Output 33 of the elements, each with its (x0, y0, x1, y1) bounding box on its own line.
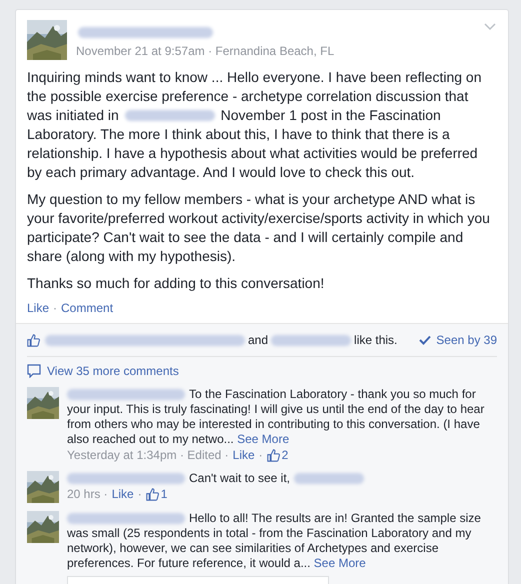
likes-text: like this. (354, 333, 398, 347)
post-meta: November 21 at 9:57am · Fernandina Beach, FL (76, 44, 334, 58)
post-text: My question to my fellow members - what is your archetype AND what is your favorite/preferred workout activity/exercise/sports activity in which you participate? Can't wait to see the data - and I will certainly compile and share (along with my hypothesis). (27, 190, 491, 266)
see-more-link[interactable]: See More (237, 432, 290, 446)
seen-count[interactable]: Seen by 39 (436, 333, 497, 347)
view-more-comments-link[interactable]: View 35 more comments (47, 364, 179, 378)
thumbs-up-icon (146, 488, 159, 501)
checkmark-icon (419, 335, 432, 345)
like-count[interactable]: 2 (282, 448, 288, 463)
comment-text: your input. This is truly fascinating! I will give us until the end of the day to hear from others who may be interested in contributing to this conversation. (I have also reached out to my netwo... See More (67, 402, 486, 447)
speech-bubble-icon (27, 364, 41, 378)
action-link[interactable]: Comment (61, 301, 114, 315)
comment-meta: Yesterday at 1:34pm · Edited · (67, 448, 229, 463)
post-text: Thanks so much for adding to this conversation! (27, 274, 326, 293)
thumbs-up-icon (266, 449, 280, 462)
like-link[interactable]: Like (232, 448, 255, 463)
comment-meta: · (258, 448, 263, 463)
blurred-name (294, 473, 364, 484)
separator: · (53, 301, 58, 315)
comment-text: was small (25 respondents in total - from the Fascination Laboratory and my network), however, we can see similarities of Archetypes and exercise preferences. For future reference, it would a... See More (67, 526, 472, 571)
like-count[interactable]: 1 (160, 487, 168, 502)
comment-text: Hello to all! The results are in! Granted the sample size (189, 511, 481, 526)
like-link[interactable]: Like (112, 487, 134, 502)
action-link[interactable]: Like (27, 301, 50, 315)
comment-text: Can't wait to see it, (189, 471, 290, 486)
comment-text: To the Fascination Laboratory - thank you so much for (189, 387, 476, 402)
comment-meta: 20 hrs · (67, 487, 108, 502)
thumbs-up-icon (27, 334, 40, 346)
likes-text: and (248, 333, 268, 347)
chevron-down-icon[interactable] (484, 23, 496, 31)
comment-meta: · (138, 487, 142, 502)
post-text: Inquiring minds want to know ... Hello everyone. I have been reflecting on the possible exercise preference - archetype correlation discussion that was initiated in November 1 post in the Fascination Laboratory. The more I think about this, I have to think that there is a relationship. I have a hypothesis about what activities would be preferred by each primary advantage. And I would love to check this out. (27, 68, 482, 182)
see-more-link[interactable]: See More (314, 556, 366, 570)
